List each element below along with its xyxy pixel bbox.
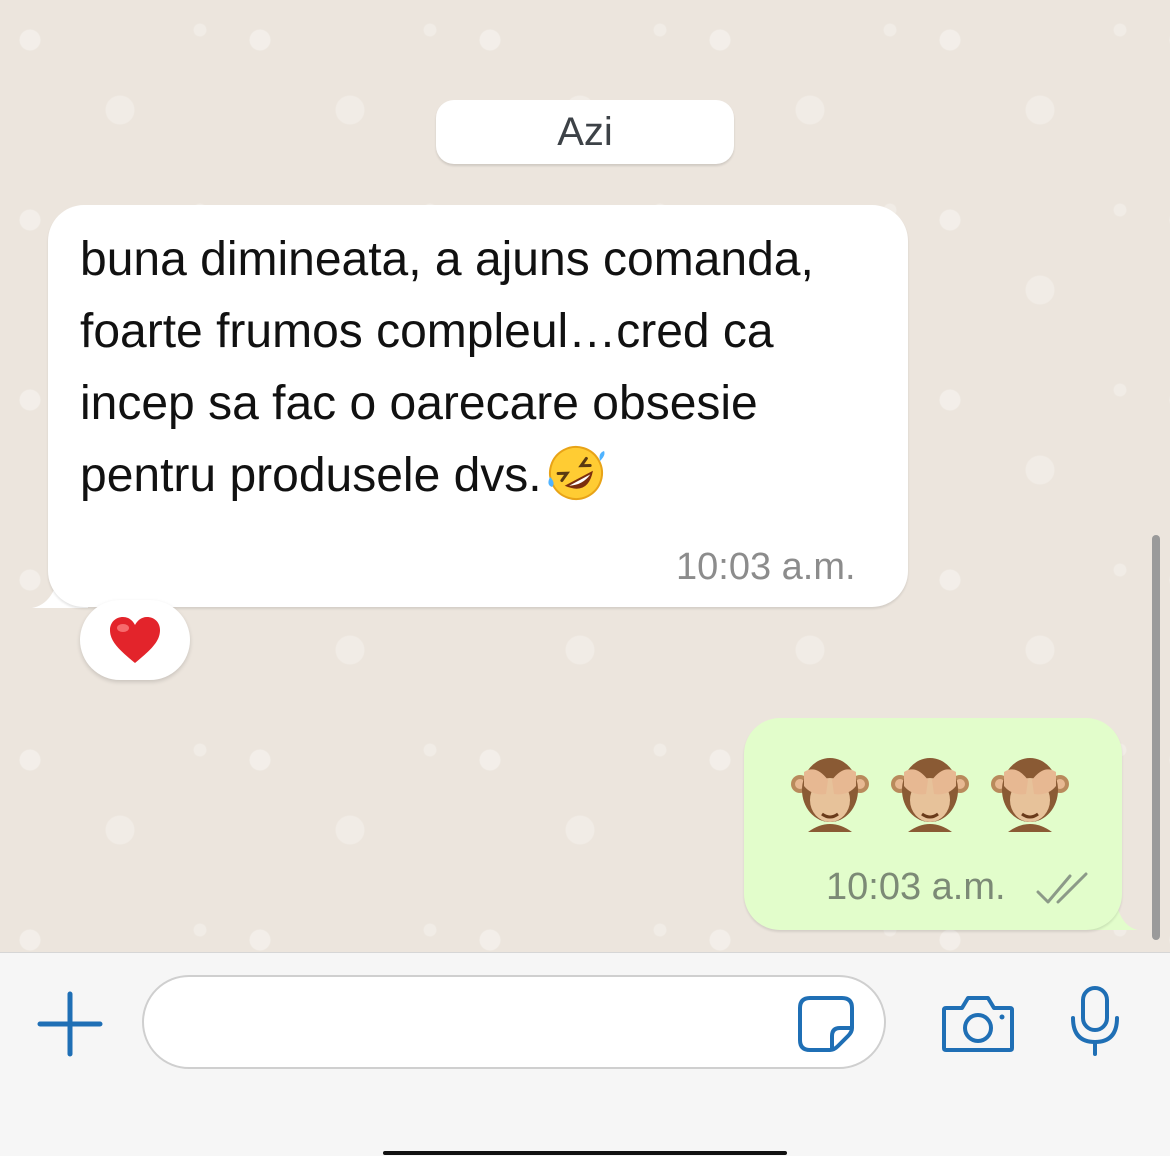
sticker-icon[interactable] <box>796 994 856 1054</box>
outgoing-message-time: 10:03 a.m. <box>826 866 1006 908</box>
incoming-message-body: buna dimineata, a ajuns comanda, foarte … <box>80 233 828 502</box>
chat-area[interactable]: Azi buna dimineata, a ajuns comanda, foa… <box>0 0 1170 952</box>
red-heart-icon <box>110 617 160 663</box>
see-no-evil-monkey-icon <box>891 758 969 832</box>
incoming-message-time: 10:03 a.m. <box>676 546 856 588</box>
camera-icon[interactable] <box>940 992 1016 1054</box>
rolling-on-floor-laughing-emoji-icon <box>548 446 605 500</box>
microphone-icon[interactable] <box>1068 984 1122 1058</box>
chat-scrollbar[interactable] <box>1152 535 1160 940</box>
home-indicator <box>383 1151 787 1155</box>
see-no-evil-monkey-icon <box>791 758 869 832</box>
plus-icon[interactable] <box>36 990 104 1058</box>
incoming-message-text: buna dimineata, a ajuns comanda, foarte … <box>80 224 880 512</box>
message-reaction[interactable] <box>80 600 190 680</box>
date-separator: Azi <box>436 100 734 164</box>
outgoing-emoji-row <box>790 750 1070 834</box>
double-check-icon <box>1036 872 1088 904</box>
message-input[interactable] <box>142 975 886 1069</box>
date-separator-label: Azi <box>557 109 613 154</box>
see-no-evil-monkey-icon <box>991 758 1069 832</box>
